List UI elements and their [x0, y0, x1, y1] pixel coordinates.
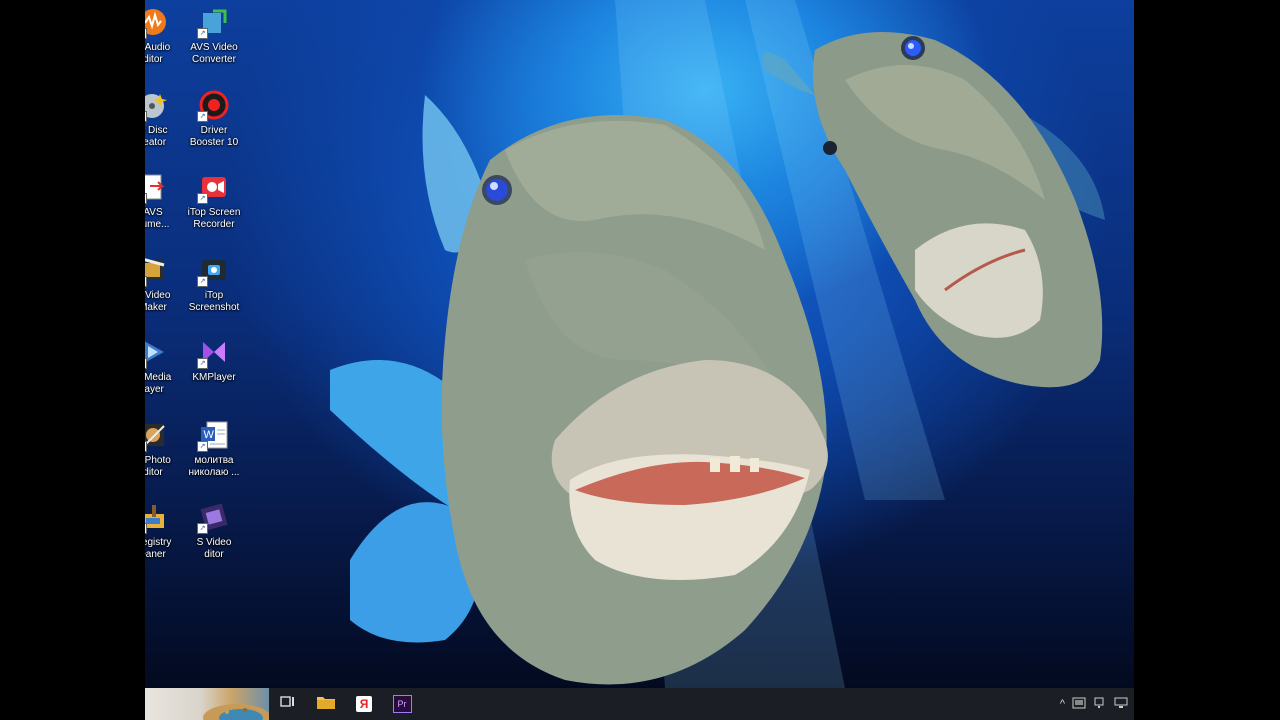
desktop-icon[interactable]: ↗ iTop Screenshot [174, 248, 254, 324]
desktop-icon-label: Driver Booster 10 [189, 124, 239, 148]
svg-text:W: W [204, 429, 215, 441]
shortcut-arrow-icon: ↗ [145, 193, 147, 204]
desktop-icon-label: iTop Screen Recorder [187, 207, 241, 230]
desktop-icon-label: молитва николаю ... [188, 454, 240, 478]
shortcut-arrow-icon: ↗ [145, 358, 147, 369]
avs-audio-editor-icon: ↗ [145, 6, 169, 39]
itop-screenshot-icon: ↗ [197, 254, 230, 287]
yandex-browser-icon: Я [356, 696, 372, 712]
shortcut-arrow-icon: ↗ [145, 523, 147, 534]
system-tray: ^ [1060, 697, 1134, 712]
kmplayer-icon: ↗ [197, 336, 230, 369]
shortcut-arrow-icon: ↗ [197, 523, 208, 534]
itop-screen-recorder-icon: ↗ [197, 171, 230, 204]
avs-registry-cleaner-icon: ↗ [145, 501, 169, 534]
tray-device-icon[interactable] [1093, 697, 1107, 712]
avs-video-editor-icon: ↗ [197, 501, 230, 534]
shortcut-arrow-icon: ↗ [197, 440, 208, 452]
avs-disc-creator-icon: ↗ [145, 89, 169, 122]
task-view-button[interactable] [269, 688, 307, 720]
desktop-icon-label: AVS Video Converter [190, 42, 238, 65]
search-box-thumbnail[interactable] [145, 688, 269, 720]
fish-front [330, 95, 828, 685]
shortcut-arrow-icon: ↗ [197, 193, 208, 204]
avs-document-converter-icon: ↗ [145, 171, 169, 204]
shortcut-arrow-icon: ↗ [197, 28, 208, 39]
desktop-icon-label: iTop Screenshot [188, 289, 240, 313]
shortcut-arrow-icon: ↗ [145, 110, 147, 122]
premiere-pro-icon: Pr [392, 695, 412, 713]
avs-video-converter-icon: ↗ [197, 6, 230, 39]
desktop-icon[interactable]: ↗ iTop Screen Recorder [174, 165, 254, 241]
desktop-icon[interactable]: ↗ KMPlayer [174, 330, 254, 406]
shortcut-arrow-icon: ↗ [145, 440, 147, 452]
task-view-icon [280, 695, 296, 714]
driver-booster-icon: ↗ [197, 89, 230, 122]
yandex-browser-button[interactable]: Я [345, 688, 383, 720]
desktop-icon[interactable]: W ↗ молитва николаю ... [174, 413, 254, 489]
word-document-icon: W ↗ [197, 419, 230, 452]
desktop-icon-label: KMPlayer [192, 372, 236, 383]
desktop-icon[interactable]: ↗ Driver Booster 10 [174, 83, 254, 159]
show-hidden-icons-icon[interactable]: ^ [1060, 698, 1065, 710]
file-explorer-button[interactable] [307, 688, 345, 720]
taskbar: Я Pr ^ [145, 688, 1134, 720]
tray-app-icon[interactable] [1072, 697, 1086, 712]
avs-video-maker-icon: ↗ [145, 254, 169, 287]
desktop-icon[interactable]: ↗ S Video ditor [174, 495, 254, 571]
shortcut-arrow-icon: ↗ [197, 275, 208, 287]
avs-photo-editor-icon: ↗ [145, 419, 169, 452]
shortcut-arrow-icon: ↗ [145, 28, 147, 39]
avs-media-player-icon: ↗ [145, 336, 169, 369]
file-explorer-icon [316, 694, 336, 715]
shortcut-arrow-icon: ↗ [197, 358, 208, 369]
desktop[interactable]: ↗S Audio ditor↗AVS Video Converter↗S Dis… [145, 0, 1134, 688]
desktop-icon[interactable]: ↗ AVS Video Converter [174, 0, 254, 76]
wallpaper-image [330, 0, 1105, 688]
network-icon[interactable] [1114, 697, 1128, 712]
desktop-icon-label: S Video ditor [196, 537, 232, 560]
shortcut-arrow-icon: ↗ [145, 275, 147, 287]
shortcut-arrow-icon: ↗ [197, 110, 208, 122]
premiere-pro-button[interactable]: Pr [383, 688, 421, 720]
